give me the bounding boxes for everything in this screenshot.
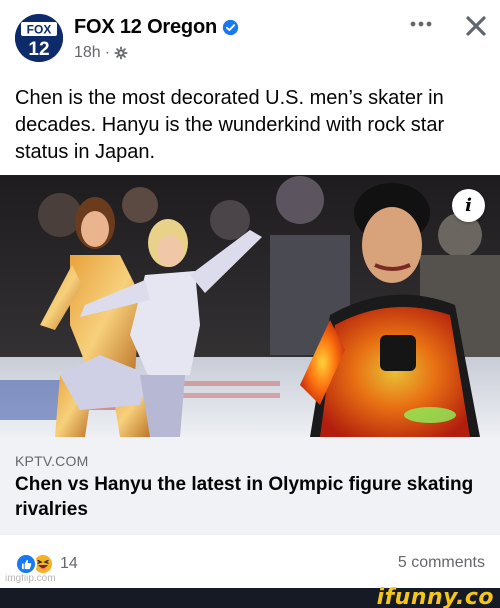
like-reaction-icon xyxy=(15,553,37,575)
post-meta: 18h · xyxy=(74,44,128,62)
link-preview-image[interactable] xyxy=(0,175,500,437)
info-button[interactable]: i xyxy=(452,189,485,222)
page-avatar[interactable]: FOX 12 xyxy=(15,14,63,62)
ifunny-brand-bar: ifunny.co xyxy=(0,585,500,608)
post-timestamp[interactable]: 18h xyxy=(74,44,101,62)
link-domain: KPTV.COM xyxy=(15,453,89,469)
gear-icon xyxy=(114,46,128,60)
post-header: FOX 12 FOX 12 Oregon 18h · xyxy=(0,0,500,74)
skaters-photo xyxy=(0,175,500,437)
avatar-logo-text: FOX xyxy=(27,23,52,37)
close-button[interactable] xyxy=(460,10,492,42)
page-name-link[interactable]: FOX 12 Oregon xyxy=(74,16,217,39)
reactions-summary[interactable]: 14 xyxy=(15,553,78,575)
more-options-button[interactable] xyxy=(403,10,439,38)
close-icon xyxy=(466,16,486,36)
meta-separator: · xyxy=(104,44,111,61)
more-options-icon xyxy=(410,21,432,27)
comments-count-link[interactable]: 5 comments xyxy=(398,554,485,572)
post-text: Chen is the most decorated U.S. men’s sk… xyxy=(15,87,445,163)
reaction-count: 14 xyxy=(60,555,78,572)
verified-badge-icon xyxy=(222,19,239,36)
link-preview-caption[interactable]: KPTV.COM Chen vs Hanyu the latest in Oly… xyxy=(0,437,500,535)
ifunny-logo: ifunny.co xyxy=(376,585,494,608)
link-title[interactable]: Chen vs Hanyu the latest in Olympic figu… xyxy=(15,472,485,522)
avatar-logo-number: 12 xyxy=(28,39,49,60)
post-footer: 14 5 comments imgflip.com xyxy=(0,535,500,588)
